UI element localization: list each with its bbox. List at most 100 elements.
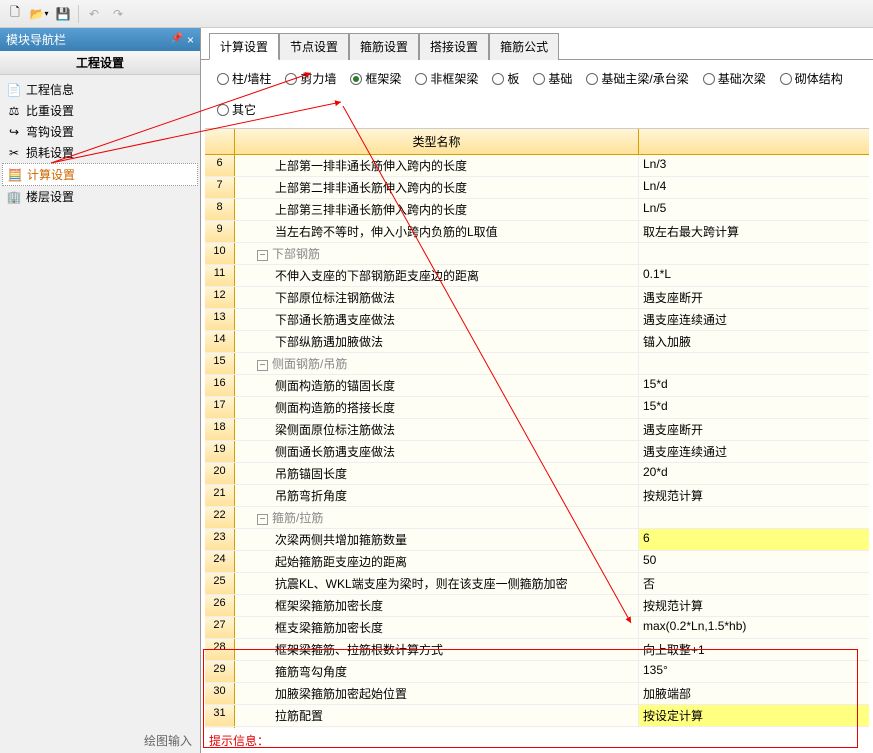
row-name: 抗震KL、WKL端支座为梁时，则在该支座一侧箍筋加密 bbox=[235, 573, 639, 594]
row-name: 起始箍筋距支座边的距离 bbox=[235, 551, 639, 572]
row-val[interactable]: 遇支座断开 bbox=[639, 287, 869, 308]
row-val[interactable]: 0.1*L bbox=[639, 265, 869, 286]
table-row[interactable]: 23次梁两侧共增加箍筋数量6 bbox=[205, 529, 869, 551]
table-row[interactable]: 7上部第二排非通长筋伸入跨内的长度Ln/4 bbox=[205, 177, 869, 199]
row-val[interactable]: 15*d bbox=[639, 397, 869, 418]
table-row[interactable]: 14下部纵筋遇加腋做法锚入加腋 bbox=[205, 331, 869, 353]
row-num: 6 bbox=[205, 155, 235, 176]
row-val[interactable]: 否 bbox=[639, 573, 869, 594]
row-val[interactable]: 锚入加腋 bbox=[639, 331, 869, 352]
row-name: 吊筋锚固长度 bbox=[235, 463, 639, 484]
row-name: 下部通长筋遇支座做法 bbox=[235, 309, 639, 330]
table-row[interactable]: 6上部第一排非通长筋伸入跨内的长度Ln/3 bbox=[205, 155, 869, 177]
table-row[interactable]: 8上部第三排非通长筋伸入跨内的长度Ln/5 bbox=[205, 199, 869, 221]
tab-3[interactable]: 搭接设置 bbox=[419, 33, 489, 60]
nav-item-3[interactable]: ✂损耗设置 bbox=[2, 142, 198, 163]
row-val[interactable]: Ln/3 bbox=[639, 155, 869, 176]
table-row[interactable]: 30加腋梁箍筋加密起始位置加腋端部 bbox=[205, 683, 869, 705]
row-val[interactable]: 按规范计算 bbox=[639, 595, 869, 616]
table-row[interactable]: 26框架梁箍筋加密长度按规范计算 bbox=[205, 595, 869, 617]
nav-item-5[interactable]: 🏢楼层设置 bbox=[2, 186, 198, 207]
radio-0[interactable]: 柱/墙柱 bbox=[217, 70, 271, 87]
row-num: 7 bbox=[205, 177, 235, 198]
new-button[interactable]: 🗋 bbox=[4, 3, 26, 25]
radio-5[interactable]: 基础 bbox=[533, 70, 572, 87]
row-num: 21 bbox=[205, 485, 235, 506]
table-row[interactable]: 21吊筋弯折角度按规范计算 bbox=[205, 485, 869, 507]
row-val[interactable]: 15*d bbox=[639, 375, 869, 396]
table-row[interactable]: 25抗震KL、WKL端支座为梁时，则在该支座一侧箍筋加密否 bbox=[205, 573, 869, 595]
row-val[interactable]: 按设定计算 bbox=[639, 705, 869, 726]
table-row[interactable]: 12下部原位标注钢筋做法遇支座断开 bbox=[205, 287, 869, 309]
table-row[interactable]: 16侧面构造筋的锚固长度15*d bbox=[205, 375, 869, 397]
table-row[interactable]: 10−下部钢筋 bbox=[205, 243, 869, 265]
table-row[interactable]: 27框支梁箍筋加密长度max(0.2*Ln,1.5*hb) bbox=[205, 617, 869, 639]
row-name: 上部第一排非通长筋伸入跨内的长度 bbox=[235, 155, 639, 176]
table-row[interactable]: 18梁侧面原位标注筋做法遇支座断开 bbox=[205, 419, 869, 441]
row-num: 8 bbox=[205, 199, 235, 220]
table-row[interactable]: 20吊筋锚固长度20*d bbox=[205, 463, 869, 485]
row-val[interactable]: 加腋端部 bbox=[639, 683, 869, 704]
table-row[interactable]: 29箍筋弯勾角度135° bbox=[205, 661, 869, 683]
row-val[interactable]: Ln/4 bbox=[639, 177, 869, 198]
row-val[interactable]: 取左右最大跨计算 bbox=[639, 221, 869, 242]
radio-3[interactable]: 非框架梁 bbox=[415, 70, 478, 87]
radio-1[interactable]: 剪力墙 bbox=[285, 70, 336, 87]
row-val[interactable]: 遇支座断开 bbox=[639, 419, 869, 440]
table-row[interactable]: 13下部通长筋遇支座做法遇支座连续通过 bbox=[205, 309, 869, 331]
row-val[interactable]: 遇支座连续通过 bbox=[639, 309, 869, 330]
row-val[interactable]: max(0.2*Ln,1.5*hb) bbox=[639, 617, 869, 638]
table-row[interactable]: 24起始箍筋距支座边的距离50 bbox=[205, 551, 869, 573]
nav-item-1[interactable]: ⚖比重设置 bbox=[2, 100, 198, 121]
row-val[interactable] bbox=[639, 353, 869, 374]
table-row[interactable]: 19侧面通长筋遇支座做法遇支座连续通过 bbox=[205, 441, 869, 463]
open-button[interactable]: 📂▾ bbox=[28, 3, 50, 25]
radio-4[interactable]: 板 bbox=[492, 70, 519, 87]
row-name: −侧面钢筋/吊筋 bbox=[235, 353, 639, 374]
row-name: 侧面构造筋的搭接长度 bbox=[235, 397, 639, 418]
row-name: 下部原位标注钢筋做法 bbox=[235, 287, 639, 308]
table-row[interactable]: 9当左右跨不等时，伸入小跨内负筋的L取值取左右最大跨计算 bbox=[205, 221, 869, 243]
radio-2[interactable]: 框架梁 bbox=[350, 70, 401, 87]
row-val[interactable]: 20*d bbox=[639, 463, 869, 484]
close-icon[interactable]: × bbox=[187, 33, 194, 47]
row-val[interactable]: 6 bbox=[639, 529, 869, 550]
row-val[interactable]: 按规范计算 bbox=[639, 485, 869, 506]
save-button[interactable]: 💾 bbox=[52, 3, 74, 25]
table-row[interactable]: 11不伸入支座的下部钢筋距支座边的距离0.1*L bbox=[205, 265, 869, 287]
table-row[interactable]: 22−箍筋/拉筋 bbox=[205, 507, 869, 529]
table-row[interactable]: 15−侧面钢筋/吊筋 bbox=[205, 353, 869, 375]
nav-item-0[interactable]: 📄工程信息 bbox=[2, 79, 198, 100]
row-val[interactable] bbox=[639, 243, 869, 264]
pin-icon[interactable]: 📌 bbox=[171, 33, 183, 47]
collapse-icon[interactable]: − bbox=[257, 360, 268, 371]
undo-button[interactable]: ↶ bbox=[83, 3, 105, 25]
tab-2[interactable]: 箍筋设置 bbox=[349, 33, 419, 60]
table-row[interactable]: 28框架梁箍筋、拉筋根数计算方式向上取整+1 bbox=[205, 639, 869, 661]
row-val[interactable]: 50 bbox=[639, 551, 869, 572]
row-name: 箍筋弯勾角度 bbox=[235, 661, 639, 682]
row-val[interactable]: Ln/5 bbox=[639, 199, 869, 220]
radio-8[interactable]: 砌体结构 bbox=[780, 70, 843, 87]
radio-6[interactable]: 基础主梁/承台梁 bbox=[586, 70, 688, 87]
tab-4[interactable]: 箍筋公式 bbox=[489, 33, 559, 60]
table-row[interactable]: 31拉筋配置按设定计算 bbox=[205, 705, 869, 727]
tab-1[interactable]: 节点设置 bbox=[279, 33, 349, 60]
row-val[interactable]: 向上取整+1 bbox=[639, 639, 869, 660]
collapse-icon[interactable]: − bbox=[257, 250, 268, 261]
row-val[interactable] bbox=[639, 507, 869, 528]
row-name: 上部第三排非通长筋伸入跨内的长度 bbox=[235, 199, 639, 220]
nav-item-2[interactable]: ↪弯钩设置 bbox=[2, 121, 198, 142]
tab-0[interactable]: 计算设置 bbox=[209, 33, 279, 60]
collapse-icon[interactable]: − bbox=[257, 514, 268, 525]
radio-7[interactable]: 基础次梁 bbox=[703, 70, 766, 87]
nav-label: 损耗设置 bbox=[26, 144, 74, 161]
row-val[interactable]: 遇支座连续通过 bbox=[639, 441, 869, 462]
redo-button[interactable]: ↷ bbox=[107, 3, 129, 25]
sidebar-footer[interactable]: 绘图输入 bbox=[0, 728, 200, 753]
row-val[interactable]: 135° bbox=[639, 661, 869, 682]
radio-9[interactable]: 其它 bbox=[217, 101, 256, 118]
row-name: 不伸入支座的下部钢筋距支座边的距离 bbox=[235, 265, 639, 286]
table-row[interactable]: 17侧面构造筋的搭接长度15*d bbox=[205, 397, 869, 419]
nav-item-4[interactable]: 🧮计算设置 bbox=[2, 163, 198, 186]
